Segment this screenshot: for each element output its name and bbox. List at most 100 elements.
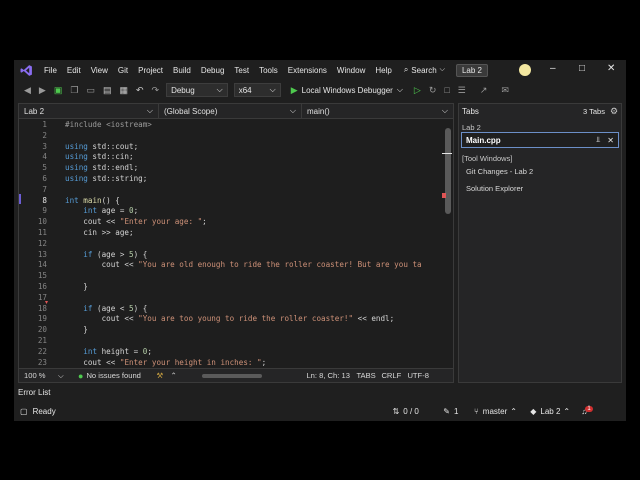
toolbar-misc-icon[interactable]: □ <box>444 85 449 95</box>
gear-icon[interactable]: ⚙ <box>610 106 618 117</box>
tab-git-changes[interactable]: Git Changes - Lab 2 <box>466 167 533 176</box>
code-line[interactable]: 23 cout << "Enter your height in inches:… <box>19 358 443 368</box>
menu-window[interactable]: Window <box>332 66 370 75</box>
code-line[interactable]: 16 } <box>19 282 443 292</box>
code-line[interactable]: 18 if (age < 5) { <box>19 304 443 314</box>
close-icon[interactable]: ✕ <box>607 63 615 74</box>
member-dropdown[interactable]: main() ⌵ <box>302 104 453 118</box>
chevron-up-icon[interactable]: ⌃ <box>563 407 581 416</box>
code-line[interactable]: 6 using std::string; <box>19 174 443 184</box>
forward-icon[interactable]: ▶ <box>39 85 46 96</box>
tab-main-cpp[interactable]: Main.cpp ⫫ ✕ <box>461 132 619 148</box>
chevron-up-icon[interactable]: ⌃ <box>510 407 530 416</box>
code-line[interactable]: 17 <box>19 293 443 303</box>
branch-icon[interactable]: ⑂ <box>474 407 479 416</box>
code-text[interactable]: cout << "Enter your age: "; <box>65 217 206 227</box>
start-without-debugging-icon[interactable]: ▷ <box>414 85 421 96</box>
code-text[interactable]: using std::string; <box>65 174 147 184</box>
code-line[interactable]: 22 int height = 0; <box>19 347 443 357</box>
feedback-icon[interactable]: ✉ <box>501 85 509 96</box>
menu-test[interactable]: Test <box>229 66 254 75</box>
code-line[interactable]: 4 using std::cin; <box>19 152 443 162</box>
platform-dropdown[interactable]: x64 ⌵ <box>233 83 281 97</box>
solution-name-badge[interactable]: Lab 2 <box>455 63 488 77</box>
visual-studio-logo-icon[interactable] <box>19 63 33 77</box>
undo-icon[interactable]: ↶ <box>136 85 144 96</box>
menu-git[interactable]: Git <box>113 66 133 75</box>
code-line[interactable]: 3 using std::cout; <box>19 142 443 152</box>
code-text[interactable]: cout << "Enter your height in inches: "; <box>65 358 266 368</box>
error-list-tab[interactable]: Error List <box>18 388 50 397</box>
cursor-position[interactable]: Ln: 8, Ch: 13 <box>306 371 356 380</box>
project-dropdown[interactable]: Lab 2 ⌵ <box>19 104 159 118</box>
code-line[interactable]: 14 cout << "You are old enough to ride t… <box>19 260 443 270</box>
code-text[interactable]: if (age < 5) { <box>65 304 147 314</box>
menu-file[interactable]: File <box>39 66 62 75</box>
code-line[interactable]: 5 using std::endl; <box>19 163 443 173</box>
avatar[interactable] <box>519 64 531 76</box>
file-encoding[interactable]: UTF-8 <box>407 371 429 380</box>
repo-name[interactable]: Lab 2 <box>540 407 560 416</box>
menu-build[interactable]: Build <box>168 66 196 75</box>
code-line[interactable]: 19 cout << "You are too young to ride th… <box>19 314 443 324</box>
run-debugger-button[interactable]: ▶ Local Windows Debugger ⌵ <box>287 84 407 97</box>
vertical-scrollbar-thumb[interactable] <box>445 128 451 214</box>
code-line[interactable]: 15 <box>19 271 443 281</box>
code-line[interactable]: 8 int main() { <box>19 196 443 206</box>
pin-icon[interactable]: ⫫ <box>596 135 601 145</box>
indent-mode[interactable]: TABS <box>356 371 381 380</box>
repo-icon[interactable]: ◆ <box>530 407 536 416</box>
menu-debug[interactable]: Debug <box>196 66 230 75</box>
code-text[interactable]: } <box>65 325 88 335</box>
menu-help[interactable]: Help <box>370 66 396 75</box>
code-line[interactable]: 21 <box>19 336 443 346</box>
pencil-icon[interactable]: ✎ <box>443 407 450 416</box>
redo-icon[interactable]: ↷ <box>152 85 160 96</box>
search-button[interactable]: ⌕ Search ⌵ <box>399 65 450 75</box>
code-line[interactable]: 7 <box>19 185 443 195</box>
code-line[interactable]: 20 } <box>19 325 443 335</box>
notifications-bell-icon[interactable]: ♫ 1 <box>581 406 593 416</box>
live-share-icon[interactable]: ↗ <box>480 85 488 96</box>
configuration-dropdown[interactable]: Debug ⌵ <box>166 83 228 97</box>
menu-view[interactable]: View <box>86 66 113 75</box>
minimize-icon[interactable]: – <box>550 63 556 74</box>
code-text-area[interactable]: 1 #include <iostream> 2 3 using std::cout; 4 u… <box>19 119 443 368</box>
code-line[interactable]: 11 cin >> age; <box>19 228 443 238</box>
line-endings[interactable]: CRLF <box>381 371 407 380</box>
menu-extensions[interactable]: Extensions <box>283 66 332 75</box>
horizontal-scrollbar-thumb[interactable] <box>202 373 263 378</box>
code-text[interactable]: cout << "You are too young to ride the r… <box>65 314 395 324</box>
close-tab-icon[interactable]: ✕ <box>607 136 614 145</box>
code-text[interactable]: using std::endl; <box>65 163 138 173</box>
back-icon[interactable]: ◀ <box>24 85 31 96</box>
code-line[interactable]: 12 <box>19 239 443 249</box>
chevron-up-icon[interactable]: ⌃ <box>170 371 182 380</box>
hot-reload-icon[interactable]: ↻ <box>429 85 437 96</box>
menu-edit[interactable]: Edit <box>62 66 86 75</box>
issues-status[interactable]: No issues found <box>86 371 156 380</box>
edits-count[interactable]: 1 <box>454 407 474 416</box>
code-text[interactable]: cout << "You are old enough to ride the … <box>65 260 422 270</box>
menu-project[interactable]: Project <box>133 66 168 75</box>
sync-count[interactable]: 0 / 0 <box>403 407 443 416</box>
code-line[interactable]: 13 if (age > 5) { <box>19 250 443 260</box>
open-file-icon[interactable]: ▭ <box>86 85 95 96</box>
save-all-icon[interactable]: ▦ <box>119 85 128 96</box>
code-text[interactable]: #include <iostream> <box>65 120 152 130</box>
cleanup-brush-icon[interactable]: ⚒ <box>156 371 170 380</box>
horizontal-scrollbar[interactable] <box>182 373 282 378</box>
code-text[interactable]: int age = 0; <box>65 206 138 216</box>
maximize-icon[interactable]: □ <box>579 63 585 74</box>
code-text[interactable]: int main() { <box>65 196 120 206</box>
save-icon[interactable]: ▤ <box>103 85 112 96</box>
code-text[interactable]: cin >> age; <box>65 228 133 238</box>
code-text[interactable]: } <box>65 282 88 292</box>
menu-tools[interactable]: Tools <box>254 66 283 75</box>
toolbar-options-icon[interactable]: ☰ <box>458 85 466 96</box>
scope-dropdown[interactable]: (Global Scope) ⌵ <box>159 104 302 118</box>
code-text[interactable]: using std::cin; <box>65 152 134 162</box>
code-line[interactable]: 1 #include <iostream> <box>19 120 443 130</box>
code-text[interactable]: if (age > 5) { <box>65 250 147 260</box>
code-text[interactable]: int height = 0; <box>65 347 152 357</box>
